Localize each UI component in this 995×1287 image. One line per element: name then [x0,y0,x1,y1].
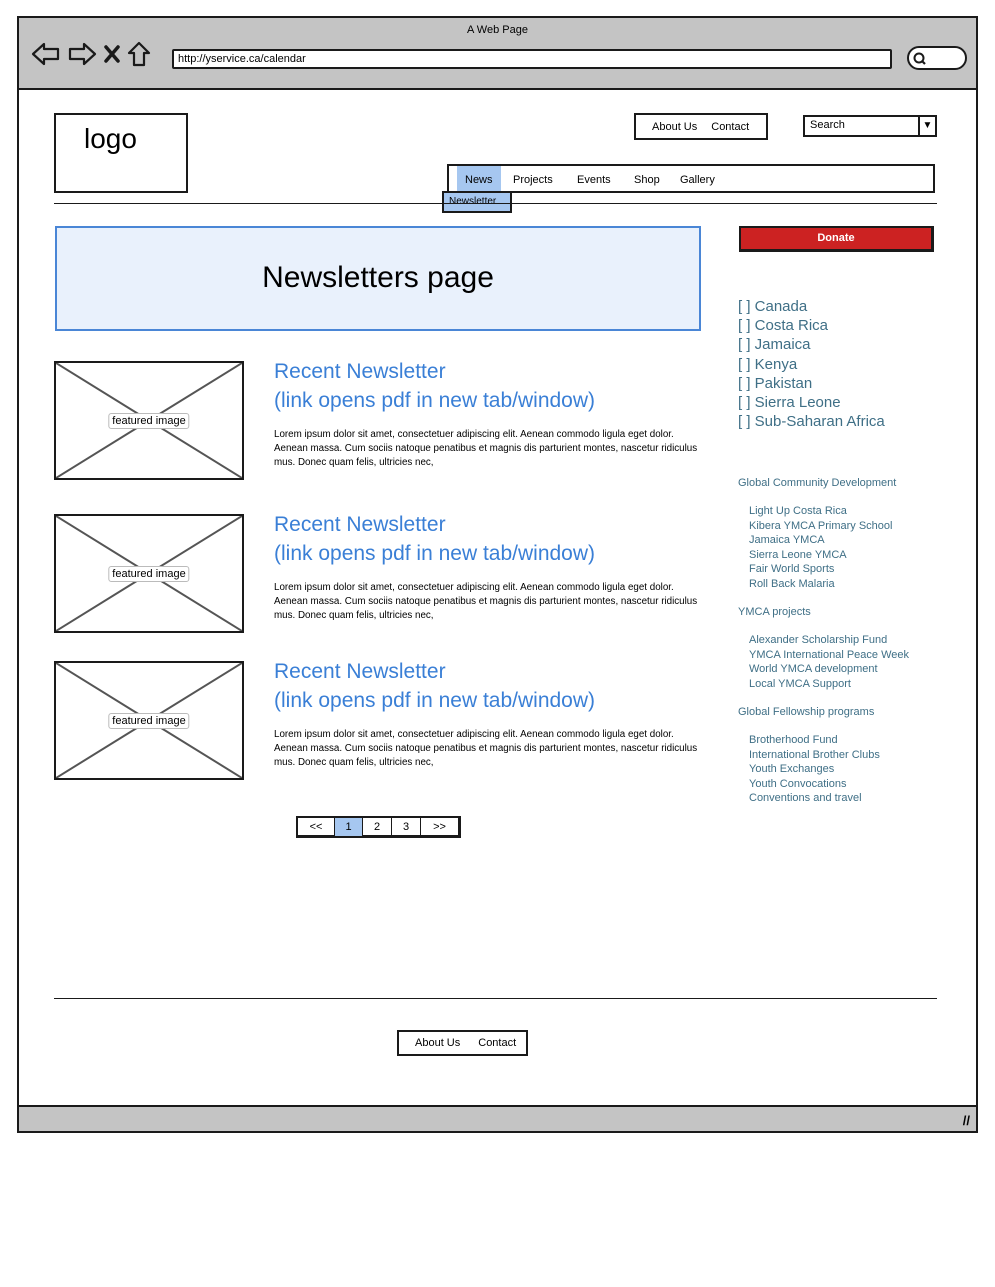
country-checkbox[interactable]: [ ] Canada [738,297,885,316]
country-filter-list: [ ] Canada [ ] Costa Rica [ ] Jamaica [ … [738,297,885,431]
sidebar-group-heading[interactable]: YMCA projects [738,605,909,619]
top-links: About Us Contact [634,113,768,140]
browser-nav-buttons [31,40,151,68]
pagination-page-3[interactable]: 3 [392,818,421,836]
featured-image-label: featured image [108,565,190,582]
back-arrow-icon[interactable] [31,41,61,67]
home-icon[interactable] [127,40,151,68]
newsletter-title[interactable]: Recent Newsletter [274,357,704,386]
sidebar-link[interactable]: Brotherhood Fund [738,733,909,748]
stop-x-icon[interactable] [103,41,121,67]
featured-image[interactable]: featured image [54,361,244,480]
newsletter-link[interactable]: Recent Newsletter (link opens pdf in new… [274,510,704,568]
pagination: << 1 2 3 >> [296,816,461,838]
sidebar-link[interactable]: Youth Exchanges [738,762,909,777]
newsletter-excerpt: Lorem ipsum dolor sit amet, consectetuer… [274,582,698,622]
site-logo[interactable]: logo [54,113,188,193]
country-checkbox[interactable]: [ ] Sub-Saharan Africa [738,412,885,431]
footer-divider [54,998,937,999]
newsletter-subtitle[interactable]: (link opens pdf in new tab/window) [274,686,704,715]
sidebar-group: Global Fellowship programs Brotherhood F… [738,705,909,806]
sidebar-link[interactable]: Fair World Sports [738,562,909,577]
pagination-page-2[interactable]: 2 [363,818,392,836]
nav-item-projects[interactable]: Projects [513,166,553,191]
pagination-prev[interactable]: << [298,818,335,836]
sidebar-group: Global Community Development Light Up Co… [738,476,909,591]
newsletter-excerpt: Lorem ipsum dolor sit amet, consectetuer… [274,729,698,769]
newsletter-subtitle[interactable]: (link opens pdf in new tab/window) [274,386,704,415]
search-dropdown-icon[interactable]: ▼ [918,115,937,137]
footer-about-us-link[interactable]: About Us [415,1037,460,1049]
country-checkbox[interactable]: [ ] Kenya [738,355,885,374]
featured-image-label: featured image [108,412,190,429]
url-bar[interactable]: http://yservice.ca/calendar [172,49,892,69]
donate-button[interactable]: Donate [739,226,934,252]
country-checkbox[interactable]: [ ] Costa Rica [738,316,885,335]
resize-grip-icon[interactable]: // [963,1113,970,1128]
newsletter-title[interactable]: Recent Newsletter [274,510,704,539]
browser-titlebar: A Web Page http://yservice.ca/calendar [19,18,976,90]
sidebar-link[interactable]: Sierra Leone YMCA [738,548,909,563]
header-divider [54,203,937,204]
nav-item-news[interactable]: News [457,166,501,191]
country-checkbox[interactable]: [ ] Pakistan [738,374,885,393]
country-checkbox[interactable]: [ ] Jamaica [738,335,885,354]
page-title: Newsletters page [55,226,701,331]
footer-links: About Us Contact [397,1030,528,1056]
featured-image[interactable]: featured image [54,661,244,780]
sidebar-link[interactable]: Conventions and travel [738,791,909,806]
site-search-box[interactable]: Search [803,115,937,137]
nav-subitem-newsletter[interactable]: Newsletter [442,191,512,213]
sidebar-group-heading[interactable]: Global Community Development [738,476,909,490]
sidebar-link[interactable]: International Brother Clubs [738,748,909,763]
sidebar-link[interactable]: Roll Back Malaria [738,577,909,592]
sidebar-link[interactable]: Light Up Costa Rica [738,504,909,519]
sidebar-link[interactable]: YMCA International Peace Week [738,648,909,663]
contact-link[interactable]: Contact [711,121,749,133]
pagination-next[interactable]: >> [421,818,458,836]
browser-search-button[interactable] [907,46,967,70]
sidebar-group-heading[interactable]: Global Fellowship programs [738,705,909,719]
sidebar-group: YMCA projects Alexander Scholarship Fund… [738,605,909,691]
sidebar-link[interactable]: Jamaica YMCA [738,533,909,548]
featured-image-label: featured image [108,712,190,729]
sidebar-link[interactable]: Kibera YMCA Primary School [738,519,909,534]
about-us-link[interactable]: About Us [652,121,697,133]
sidebar-link[interactable]: Local YMCA Support [738,677,909,692]
nav-item-events[interactable]: Events [577,166,611,191]
nav-item-gallery[interactable]: Gallery [680,166,715,191]
main-nav: News Projects Events Shop Gallery [447,164,935,193]
pagination-page-1[interactable]: 1 [335,818,363,836]
footer-contact-link[interactable]: Contact [478,1037,516,1049]
newsletter-title[interactable]: Recent Newsletter [274,657,704,686]
nav-item-shop[interactable]: Shop [634,166,660,191]
country-checkbox[interactable]: [ ] Sierra Leone [738,393,885,412]
forward-arrow-icon[interactable] [67,41,97,67]
magnifier-icon [913,52,926,65]
sidebar-link[interactable]: Youth Convocations [738,777,909,792]
newsletter-link[interactable]: Recent Newsletter (link opens pdf in new… [274,357,704,415]
sidebar-nav: Global Community Development Light Up Co… [738,476,909,820]
newsletter-excerpt: Lorem ipsum dolor sit amet, consectetuer… [274,429,698,469]
newsletter-link[interactable]: Recent Newsletter (link opens pdf in new… [274,657,704,715]
featured-image[interactable]: featured image [54,514,244,633]
window-title: A Web Page [467,24,528,36]
sidebar-link[interactable]: World YMCA development [738,662,909,677]
sidebar-link[interactable]: Alexander Scholarship Fund [738,633,909,648]
browser-statusbar: // [19,1105,976,1131]
newsletter-subtitle[interactable]: (link opens pdf in new tab/window) [274,539,704,568]
